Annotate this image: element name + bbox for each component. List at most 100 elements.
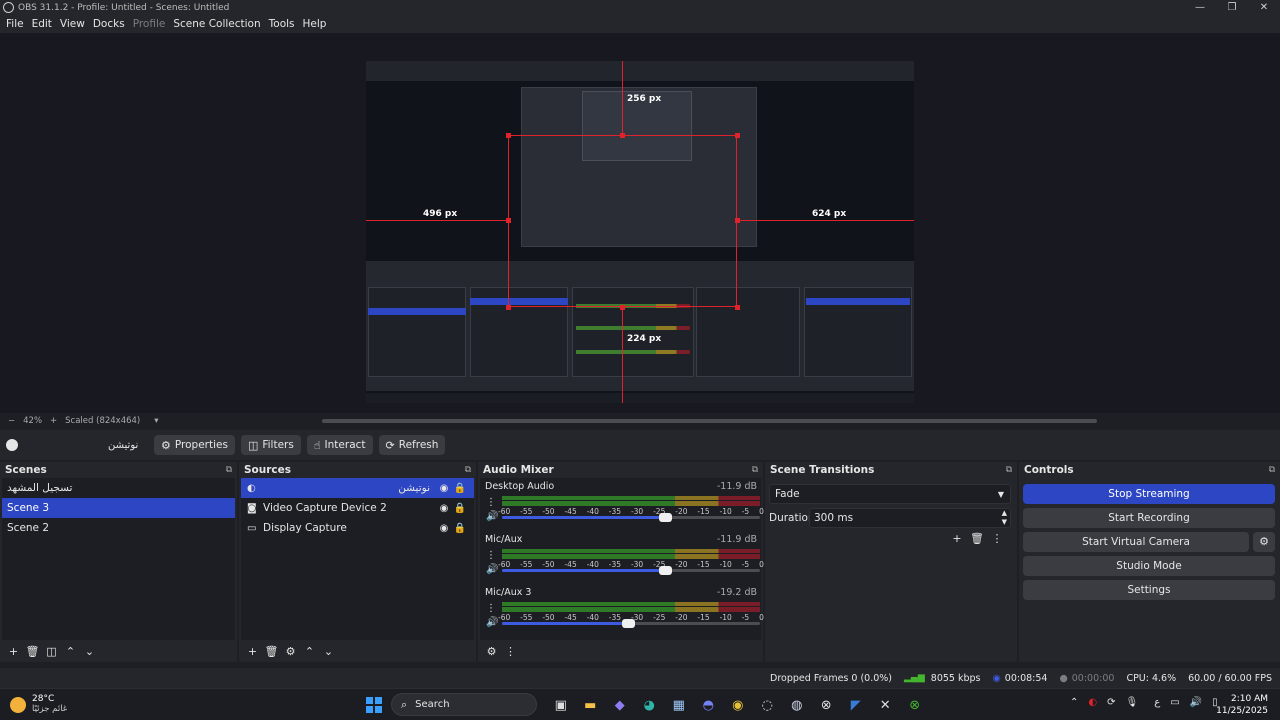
volume-slider[interactable] bbox=[502, 513, 760, 522]
preview-horizontal-scrollbar[interactable] bbox=[322, 419, 1097, 423]
speaker-icon[interactable]: 🔊 bbox=[486, 511, 498, 522]
source-item[interactable]: ▭ Display Capture ◉ 🔒 bbox=[241, 518, 474, 538]
language-indicator[interactable]: ع bbox=[1154, 697, 1160, 708]
scene-item[interactable]: Scene 2 bbox=[2, 518, 235, 538]
chevron-up-icon[interactable]: ⌃ bbox=[1070, 697, 1078, 708]
advanced-audio-icon[interactable]: ⚙ bbox=[482, 645, 501, 658]
stop-streaming-button[interactable]: Stop Streaming bbox=[1023, 484, 1275, 504]
virtual-camera-settings-gear-icon[interactable]: ⚙ bbox=[1253, 532, 1275, 552]
volume-slider[interactable] bbox=[502, 566, 760, 575]
transition-select[interactable]: Fade ▼ bbox=[769, 484, 1011, 504]
zoom-out-button[interactable]: − bbox=[8, 416, 15, 426]
resize-handle[interactable] bbox=[735, 218, 740, 223]
volume-icon[interactable]: 🔊 bbox=[1190, 697, 1202, 708]
undock-icon[interactable]: ⧉ bbox=[465, 465, 471, 475]
lock-icon[interactable]: 🔒 bbox=[452, 483, 468, 494]
menu-docks[interactable]: Docks bbox=[89, 18, 129, 30]
move-down-icon[interactable]: ⌄ bbox=[80, 645, 99, 658]
store-icon[interactable]: ▦ bbox=[664, 694, 694, 716]
volume-slider[interactable] bbox=[502, 619, 760, 628]
lock-icon[interactable]: 🔒 bbox=[452, 503, 468, 514]
weather-widget[interactable]: 28°C غائم جزئيًا bbox=[10, 694, 67, 715]
move-up-icon[interactable]: ⌃ bbox=[61, 645, 80, 658]
xbox-game-bar-icon[interactable]: ⊗ bbox=[900, 694, 930, 716]
visual-studio-icon[interactable]: ◤ bbox=[841, 694, 871, 716]
gear-icon[interactable]: ⚙ bbox=[281, 645, 300, 658]
minimize-icon[interactable]: — bbox=[1184, 0, 1216, 15]
move-up-icon[interactable]: ⌃ bbox=[300, 645, 319, 658]
interact-button[interactable]: ☝ Interact bbox=[306, 435, 373, 455]
resize-handle[interactable] bbox=[506, 133, 511, 138]
resize-handle[interactable] bbox=[620, 305, 625, 310]
menu-edit[interactable]: Edit bbox=[28, 18, 56, 30]
menu-file[interactable]: File bbox=[2, 18, 28, 30]
menu-scene-collection[interactable]: Scene Collection bbox=[169, 18, 264, 30]
duration-input[interactable]: 300 ms ▲ ▼ bbox=[809, 508, 1011, 528]
source-item[interactable]: ◐ نوتيشن ◉ 🔒 bbox=[241, 478, 474, 498]
scale-dropdown-icon[interactable]: ▾ bbox=[154, 416, 158, 426]
add-icon[interactable]: + bbox=[947, 532, 967, 545]
channel-menu-icon[interactable]: ⋮ bbox=[486, 603, 496, 614]
add-icon[interactable]: + bbox=[4, 645, 23, 658]
task-view-icon[interactable]: ▣ bbox=[546, 694, 576, 716]
resize-handle[interactable] bbox=[506, 218, 511, 223]
volume-slider-handle[interactable] bbox=[659, 513, 672, 522]
move-down-icon[interactable]: ⌄ bbox=[319, 645, 338, 658]
maximize-icon[interactable]: ❐ bbox=[1216, 0, 1248, 15]
file-explorer-icon[interactable]: ▬ bbox=[576, 694, 606, 716]
eye-icon[interactable]: ◉ bbox=[436, 503, 452, 514]
channel-menu-icon[interactable]: ⋮ bbox=[486, 550, 496, 561]
edge-icon[interactable]: ◕ bbox=[635, 694, 665, 716]
undock-icon[interactable]: ⧉ bbox=[752, 465, 758, 475]
undock-icon[interactable]: ⧉ bbox=[1006, 465, 1012, 475]
add-icon[interactable]: + bbox=[243, 645, 262, 658]
preview-area[interactable]: 256 px 496 px 624 px 224 px bbox=[0, 33, 1280, 413]
resize-handle[interactable] bbox=[506, 305, 511, 310]
close-icon[interactable]: ✕ bbox=[1248, 0, 1280, 15]
zoom-in-button[interactable]: + bbox=[50, 416, 57, 426]
properties-button[interactable]: ⚙ Properties bbox=[154, 435, 235, 455]
menu-help[interactable]: Help bbox=[299, 18, 331, 30]
xbox-icon[interactable]: ⊗ bbox=[812, 694, 842, 716]
trash-icon[interactable]: 🗑 bbox=[23, 645, 42, 658]
menu-view[interactable]: View bbox=[56, 18, 89, 30]
menu-icon[interactable]: ⋮ bbox=[987, 532, 1007, 545]
resize-handle[interactable] bbox=[735, 133, 740, 138]
studio-mode-button[interactable]: Studio Mode bbox=[1023, 556, 1275, 576]
windows-start-icon[interactable] bbox=[366, 697, 382, 713]
chrome-icon[interactable]: ◉ bbox=[723, 694, 753, 716]
volume-slider-handle[interactable] bbox=[659, 566, 672, 575]
scene-item[interactable]: تسجيل المشهد bbox=[2, 478, 235, 498]
trash-icon[interactable]: 🗑 bbox=[262, 645, 281, 658]
undock-icon[interactable]: ⧉ bbox=[1269, 465, 1275, 475]
start-virtual-camera-button[interactable]: Start Virtual Camera bbox=[1023, 532, 1249, 552]
mixer-menu-icon[interactable]: ⋮ bbox=[501, 645, 520, 658]
menu-tools[interactable]: Tools bbox=[265, 18, 299, 30]
resize-handle[interactable] bbox=[735, 305, 740, 310]
start-recording-button[interactable]: Start Recording bbox=[1023, 508, 1275, 528]
copilot-icon[interactable]: ◆ bbox=[605, 694, 635, 716]
filter-icon[interactable]: ◫ bbox=[42, 645, 61, 658]
refresh-button[interactable]: ⟳ Refresh bbox=[378, 435, 446, 455]
network-icon[interactable]: ▭ bbox=[1170, 697, 1179, 708]
duration-spinner-icon[interactable]: ▲ ▼ bbox=[1002, 509, 1007, 527]
eye-icon[interactable]: ◉ bbox=[436, 483, 452, 494]
eye-icon[interactable]: ◉ bbox=[436, 523, 452, 534]
sync-icon[interactable]: ⟳ bbox=[1107, 697, 1115, 708]
lock-icon[interactable]: 🔒 bbox=[452, 523, 468, 534]
channel-menu-icon[interactable]: ⋮ bbox=[486, 497, 496, 508]
scene-item[interactable]: Scene 3 bbox=[2, 498, 235, 518]
source-item[interactable]: ◙ Video Capture Device 2 ◉ 🔒 bbox=[241, 498, 474, 518]
speaker-icon[interactable]: 🔊 bbox=[486, 617, 498, 628]
menu-profile[interactable]: Profile bbox=[129, 18, 170, 30]
settings-button[interactable]: Settings bbox=[1023, 580, 1275, 600]
preview-canvas[interactable]: 256 px 496 px 624 px 224 px bbox=[366, 61, 914, 403]
selection-bounding-box[interactable] bbox=[508, 135, 737, 307]
filters-button[interactable]: ◫ Filters bbox=[240, 435, 301, 455]
obs-tray-icon[interactable]: ◐ bbox=[1088, 697, 1097, 708]
trash-icon[interactable]: 🗑 bbox=[967, 532, 987, 545]
taskbar-clock[interactable]: 2:10 AM 11/25/2025 bbox=[1216, 693, 1268, 717]
speaker-icon[interactable]: 🔊 bbox=[486, 564, 498, 575]
taskbar-search[interactable]: ⌕ Search bbox=[391, 693, 537, 716]
undock-icon[interactable]: ⧉ bbox=[226, 465, 232, 475]
